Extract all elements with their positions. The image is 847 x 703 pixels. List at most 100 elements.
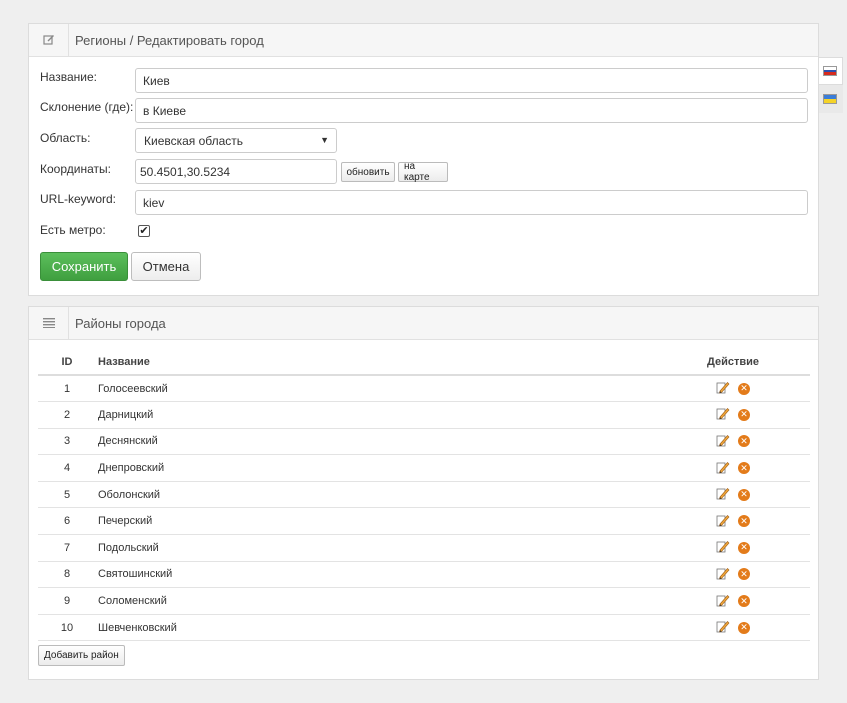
edit-pencil-icon[interactable] (716, 593, 730, 610)
district-actions: ✕ (656, 534, 810, 562)
cancel-button[interactable]: Отмена (131, 252, 201, 281)
metro-row: Есть метро: ✔ (40, 221, 808, 245)
district-id: 8 (38, 561, 96, 589)
table-row: 10 Шевченковский ✕ (38, 614, 810, 642)
district-actions: ✕ (656, 375, 810, 403)
chevron-down-icon: ▼ (320, 135, 329, 145)
delete-icon[interactable]: ✕ (738, 488, 750, 501)
districts-panel: Районы города ID Название Действие 1 Голо… (28, 306, 819, 680)
declension-value: в Киеве (143, 103, 186, 118)
column-header-id: ID (38, 349, 96, 376)
declension-row: Склонение (где): в Киеве (40, 98, 808, 123)
district-name: Голосеевский (96, 375, 656, 403)
name-label: Название: (40, 70, 97, 84)
delete-icon[interactable]: ✕ (738, 515, 750, 528)
district-actions: ✕ (656, 614, 810, 642)
edit-icon (29, 23, 69, 57)
district-name: Днепровский (96, 454, 656, 482)
russia-flag-icon (823, 66, 837, 76)
coords-label: Координаты: (40, 162, 111, 176)
district-name: Дарницкий (96, 401, 656, 429)
table-row: 5 Оболонский ✕ (38, 481, 810, 509)
page-title: Регионы / Редактировать город (75, 32, 264, 48)
districts-panel-header: Районы города (29, 306, 818, 340)
coords-row: Координаты: 50.4501,30.5234 обновить на … (40, 159, 808, 184)
edit-pencil-icon[interactable] (716, 486, 730, 503)
district-id: 3 (38, 428, 96, 456)
ukraine-flag-icon (823, 94, 837, 104)
declension-input[interactable]: в Киеве (135, 98, 808, 123)
region-label: Область: (40, 131, 91, 145)
delete-icon[interactable]: ✕ (738, 435, 750, 448)
table-row: 8 Святошинский ✕ (38, 561, 810, 589)
district-id: 2 (38, 401, 96, 429)
update-coords-button[interactable]: обновить (341, 162, 395, 182)
save-button[interactable]: Сохранить (40, 252, 128, 281)
district-actions: ✕ (656, 507, 810, 536)
district-name: Печерский (96, 507, 656, 536)
table-row: 4 Днепровский ✕ (38, 454, 810, 482)
district-id: 1 (38, 375, 96, 403)
district-actions: ✕ (656, 561, 810, 589)
table-row: 9 Соломенский ✕ (38, 587, 810, 615)
district-id: 4 (38, 454, 96, 482)
edit-pencil-icon[interactable] (716, 380, 730, 397)
delete-icon[interactable]: ✕ (738, 382, 750, 395)
districts-table: ID Название Действие 1 Голосеевский ✕ 2 Дарн… (38, 349, 810, 642)
district-actions: ✕ (656, 454, 810, 482)
table-row: 7 Подольский ✕ (38, 534, 810, 562)
name-value: Киев (143, 73, 170, 88)
district-id: 5 (38, 481, 96, 509)
table-row: 2 Дарницкий ✕ (38, 401, 810, 429)
district-actions: ✕ (656, 481, 810, 509)
name-row: Название: Киев (40, 68, 808, 93)
district-actions: ✕ (656, 587, 810, 615)
delete-icon[interactable]: ✕ (738, 568, 750, 581)
show-on-map-button[interactable]: на карте (398, 161, 448, 183)
district-id: 7 (38, 534, 96, 562)
metro-checkbox[interactable]: ✔ (138, 225, 150, 237)
district-name: Святошинский (96, 561, 656, 589)
language-tab-ua[interactable] (819, 85, 843, 113)
url-label: URL-keyword: (40, 192, 117, 206)
url-row: URL-keyword: kiev (40, 190, 808, 215)
region-select[interactable]: Киевская область ▼ (135, 128, 337, 153)
edit-pencil-icon[interactable] (716, 566, 730, 583)
edit-pencil-icon[interactable] (716, 513, 730, 530)
district-actions: ✕ (656, 428, 810, 456)
district-name: Шевченковский (96, 614, 656, 642)
edit-pencil-icon[interactable] (716, 460, 730, 477)
add-district-button[interactable]: Добавить район (38, 645, 125, 666)
url-input[interactable]: kiev (135, 190, 808, 215)
delete-icon[interactable]: ✕ (738, 541, 750, 554)
district-id: 6 (38, 507, 96, 536)
district-name: Оболонский (96, 481, 656, 509)
coords-input[interactable]: 50.4501,30.5234 (135, 159, 337, 184)
edit-pencil-icon[interactable] (716, 619, 730, 636)
metro-label: Есть метро: (40, 223, 106, 237)
delete-icon[interactable]: ✕ (738, 595, 750, 608)
url-value: kiev (143, 195, 165, 210)
table-row: 6 Печерский ✕ (38, 507, 810, 536)
edit-pencil-icon[interactable] (716, 406, 730, 423)
edit-pencil-icon[interactable] (716, 433, 730, 450)
delete-icon[interactable]: ✕ (738, 621, 750, 634)
districts-title: Районы города (75, 315, 166, 331)
district-id: 9 (38, 587, 96, 615)
table-header-row: ID Название Действие (38, 349, 810, 376)
column-header-action: Действие (656, 349, 810, 376)
table-row: 1 Голосеевский ✕ (38, 375, 810, 403)
language-tab-ru[interactable] (819, 57, 843, 85)
district-name: Подольский (96, 534, 656, 562)
table-row: 3 Деснянский ✕ (38, 428, 810, 456)
edit-pencil-icon[interactable] (716, 539, 730, 556)
list-icon (29, 306, 69, 340)
district-id: 10 (38, 614, 96, 642)
coords-value: 50.4501,30.5234 (140, 164, 231, 179)
delete-icon[interactable]: ✕ (738, 408, 750, 421)
name-input[interactable]: Киев (135, 68, 808, 93)
delete-icon[interactable]: ✕ (738, 462, 750, 475)
district-name: Деснянский (96, 428, 656, 456)
edit-panel-header: Регионы / Редактировать город (29, 23, 818, 57)
districts-table-body: 1 Голосеевский ✕ 2 Дарницкий ✕ 3 Деснянский ✕ 4 Дн… (38, 375, 810, 642)
